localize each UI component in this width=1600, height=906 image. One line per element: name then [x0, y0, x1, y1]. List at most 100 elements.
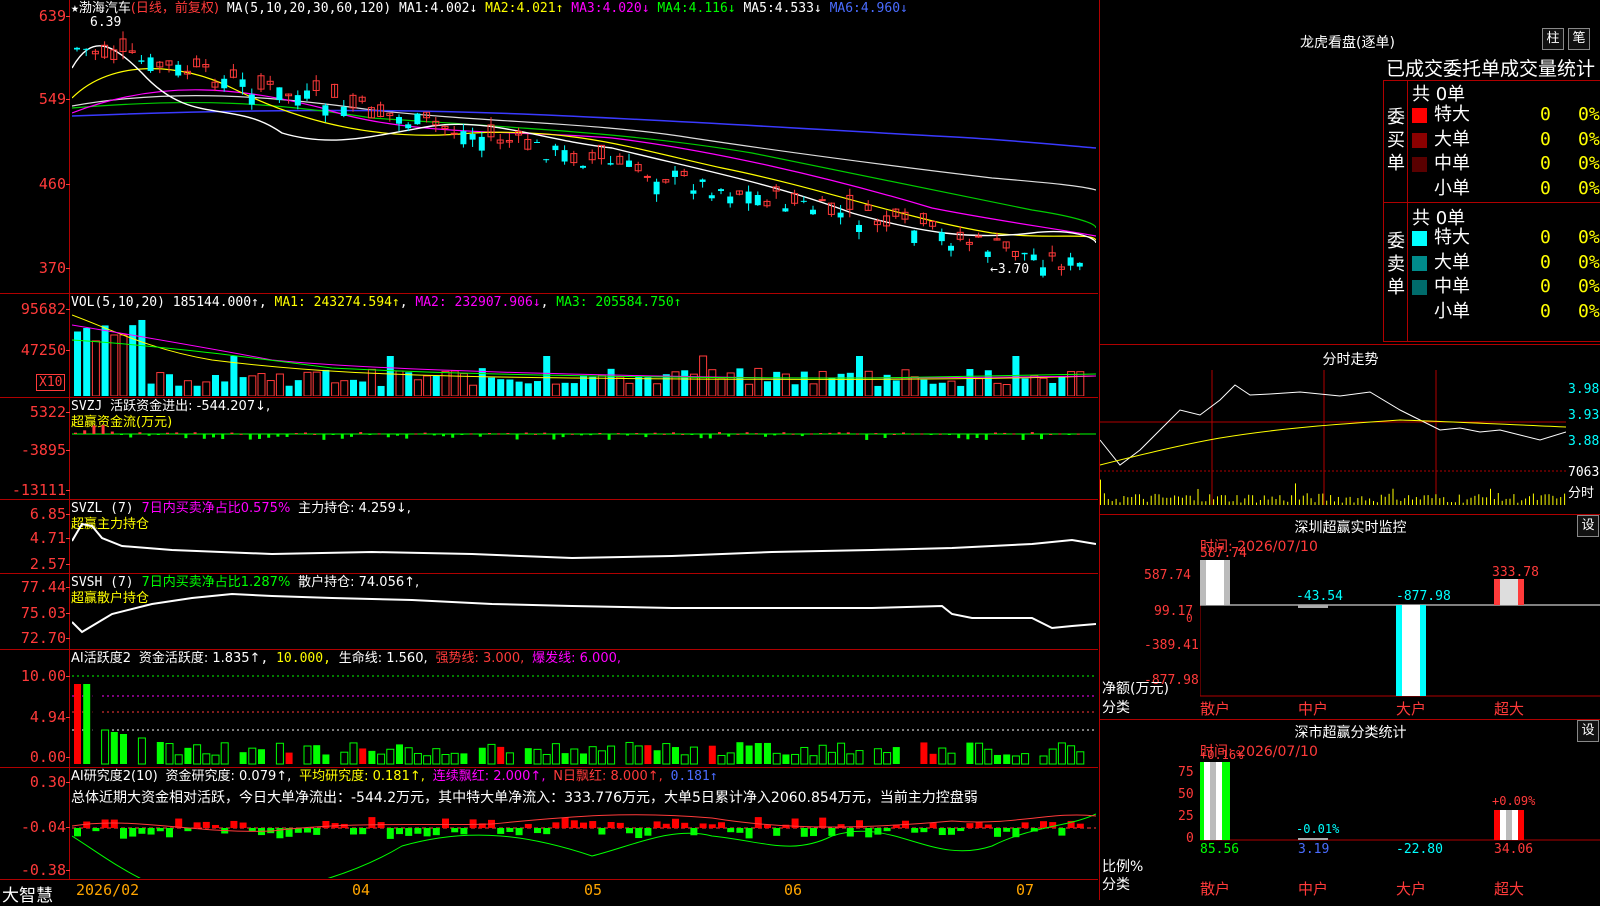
classify-tick: 0 [1186, 831, 1194, 846]
date-label: 06 [784, 881, 803, 899]
bar-mode-button[interactable]: 柱 [1542, 28, 1564, 50]
row-count: 0 [1540, 227, 1551, 248]
buy-row-3: 小单 0 0% [1408, 177, 1600, 201]
intraday-vol [1462, 502, 1464, 505]
ma6-val: 4.960↓ [860, 1, 908, 16]
volume-bar [193, 385, 201, 396]
candle [239, 79, 246, 87]
monitor-panel: 深圳超赢实时监控 设 时间: 2026/07/10 587.74 99.17 0… [1099, 515, 1600, 720]
research-bar [589, 821, 597, 828]
flow-bar [681, 433, 685, 435]
candle [911, 230, 918, 243]
intraday-vol [1451, 502, 1452, 505]
flow-bar [175, 432, 179, 434]
ai1-bars[interactable] [72, 670, 1096, 766]
activity-bar [101, 729, 110, 765]
research-bar [754, 817, 762, 828]
flow-bar [690, 434, 694, 435]
volume-bar [74, 331, 81, 396]
activity-bar [74, 684, 81, 764]
svzj-bars[interactable] [72, 418, 1096, 498]
activity-bar [883, 752, 892, 765]
research-bar [690, 828, 698, 836]
monitor-xlabel: 分类 [1102, 700, 1130, 716]
research-bar [147, 828, 155, 835]
flow-bar [129, 434, 133, 438]
svzl-pane[interactable]: 6.85 4.71 2.57 SVZL (7) 7日内买卖净占比0.575% 主… [0, 500, 1098, 574]
intraday-vol [1150, 495, 1152, 505]
ai2-tick: 0.30 [0, 774, 70, 790]
ai1-d: 强势线: 3.000, [435, 651, 525, 666]
ai-activity-pane[interactable]: 10.00 4.94 0.00 AI活跃度2 资金活跃度: 1.835↑, 10… [0, 650, 1098, 768]
tab-volume-stats[interactable]: 成交量统计 [1500, 58, 1595, 80]
star-icon[interactable]: ★ [71, 1, 79, 16]
flow-bar [699, 434, 703, 439]
intraday-chart[interactable] [1100, 370, 1566, 513]
candle [175, 64, 182, 76]
svzj-pane[interactable]: 5322 -3895 -13111 SVZJ 活跃资金进出: -544.207↓… [0, 398, 1098, 500]
ai2-c: 连续飘红: 2.000↑, [432, 769, 546, 784]
volume-bars[interactable] [72, 310, 1096, 396]
activity-bar [322, 754, 330, 764]
intraday-vol [1228, 501, 1230, 505]
svsh-pane[interactable]: 77.44 75.03 72.70 SVSH (7) 7日内买卖净占比1.287… [0, 574, 1098, 650]
activity-bar [911, 754, 919, 764]
intraday-vol [1240, 502, 1242, 505]
date-label: 04 [352, 881, 371, 899]
intraday-vol [1341, 502, 1343, 505]
activity-bar [129, 736, 137, 764]
svzl-line[interactable] [72, 516, 1096, 574]
intraday-vol [1197, 488, 1199, 505]
activity-bar [202, 753, 211, 765]
candlestick-chart[interactable] [72, 18, 1096, 292]
sell-row-1: 大单 0 0% [1408, 251, 1600, 275]
flow-bar [469, 433, 473, 435]
volume-pane[interactable]: 95682 47250 X10 VOL(5,10,20) 185144.000↑… [0, 294, 1098, 398]
ai1-axis: 10.00 4.94 0.00 [0, 650, 70, 767]
candle [626, 160, 632, 167]
tab-done[interactable]: 已成交 [1386, 58, 1443, 80]
research-bar [405, 828, 413, 836]
volume-bar [543, 356, 551, 396]
classify-settings-button[interactable]: 设 [1577, 720, 1599, 742]
intraday-price-tick: 3.930 [1568, 408, 1600, 423]
intraday-vol [1388, 493, 1390, 505]
flow-bar [764, 434, 767, 437]
intraday-vol [1174, 495, 1176, 505]
volume-bar [864, 370, 873, 396]
flow-bar [405, 434, 409, 439]
classify-cat: 大户 [1396, 880, 1427, 898]
flow-bar [791, 433, 795, 435]
research-bar [699, 823, 707, 828]
volume-bar [285, 385, 293, 396]
monitor-tick: 0 [1186, 612, 1193, 625]
ai-research-pane[interactable]: 0.30 -0.04 -0.38 AI研究度2(10) 资金研究度: 0.079… [0, 768, 1098, 880]
activity-bar [533, 748, 542, 765]
row-label: 小单 [1434, 177, 1470, 199]
candle [304, 90, 310, 99]
monitor-settings-button[interactable]: 设 [1577, 515, 1599, 537]
ma6-line [72, 109, 1096, 149]
research-bar [598, 828, 606, 835]
kline-pane[interactable]: 639 549 460 370 ★渤海汽车(日线，前复权) MA(5,10,20… [0, 0, 1098, 294]
research-bar [561, 817, 569, 828]
research-bar [552, 822, 560, 828]
flow-bar [819, 433, 823, 435]
intraday-vol [1310, 498, 1312, 505]
candle [754, 194, 761, 206]
tab-orders[interactable]: 委托单 [1443, 58, 1500, 80]
intraday-vol [1474, 495, 1476, 505]
intraday-panel[interactable]: 分时走势 3.980 3.930 3.880 7063 分时 [1099, 345, 1600, 515]
volume-bar [892, 380, 900, 396]
volume-bar [607, 368, 615, 396]
tick-mode-button[interactable]: 笔 [1568, 28, 1590, 50]
ai2-bars[interactable] [72, 806, 1096, 878]
svsh-line[interactable] [72, 582, 1096, 650]
volume-bar [625, 382, 634, 396]
intraday-vol [1447, 502, 1449, 505]
ma1-val: 4.002↓ [430, 1, 478, 16]
flow-bar [506, 433, 510, 435]
ma3-key: MA3: [571, 1, 603, 16]
intraday-vol [1408, 495, 1410, 505]
candle [405, 124, 412, 129]
